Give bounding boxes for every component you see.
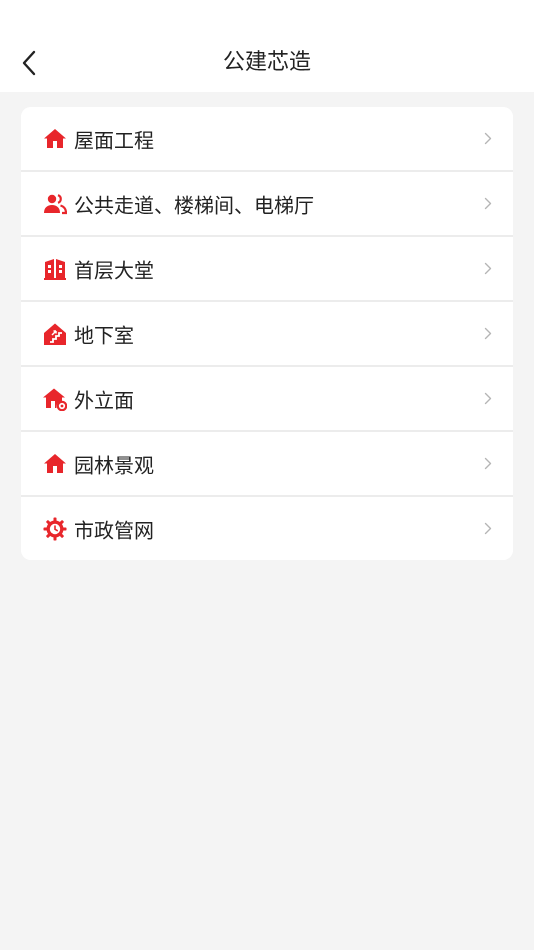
chevron-right-icon	[483, 457, 493, 471]
list-item-label: 外立面	[74, 388, 134, 412]
chevron-right-icon	[483, 522, 493, 536]
list-item-corridor[interactable]: 公共走道、楼梯间、电梯厅	[21, 170, 513, 235]
list-item-roof[interactable]: 屋面工程	[21, 107, 513, 170]
list-item-label: 屋面工程	[74, 128, 154, 152]
house-icon	[43, 452, 67, 476]
list-item-label: 市政管网	[74, 518, 154, 542]
list-item-label: 公共走道、楼梯间、电梯厅	[74, 193, 314, 217]
list-item-facade[interactable]: 外立面	[21, 365, 513, 430]
users-icon	[43, 192, 67, 216]
top-bar: 公建芯造	[0, 0, 534, 92]
list-item-landscape[interactable]: 园林景观	[21, 430, 513, 495]
house-icon	[43, 127, 67, 151]
house-gear-icon	[43, 387, 67, 411]
chevron-right-icon	[483, 132, 493, 146]
list-item-basement[interactable]: 地下室	[21, 300, 513, 365]
chevron-right-icon	[483, 327, 493, 341]
gear-clock-icon	[43, 517, 67, 541]
building-icon	[43, 257, 67, 281]
page-title: 公建芯造	[222, 50, 311, 75]
chevron-right-icon	[483, 197, 493, 211]
list-item-municipal-pipes[interactable]: 市政管网	[21, 495, 513, 560]
list-item-lobby[interactable]: 首层大堂	[21, 235, 513, 300]
basement-stairs-icon	[43, 322, 67, 346]
chevron-right-icon	[483, 262, 493, 276]
chevron-right-icon	[483, 392, 493, 406]
list-item-label: 园林景观	[74, 453, 154, 477]
list-item-label: 地下室	[74, 323, 134, 347]
list-item-label: 首层大堂	[74, 258, 154, 282]
menu-list: 屋面工程 公共走道、楼梯间、电梯厅 首层大堂 地下室 外立面 园林景观 市政管网	[21, 107, 513, 560]
